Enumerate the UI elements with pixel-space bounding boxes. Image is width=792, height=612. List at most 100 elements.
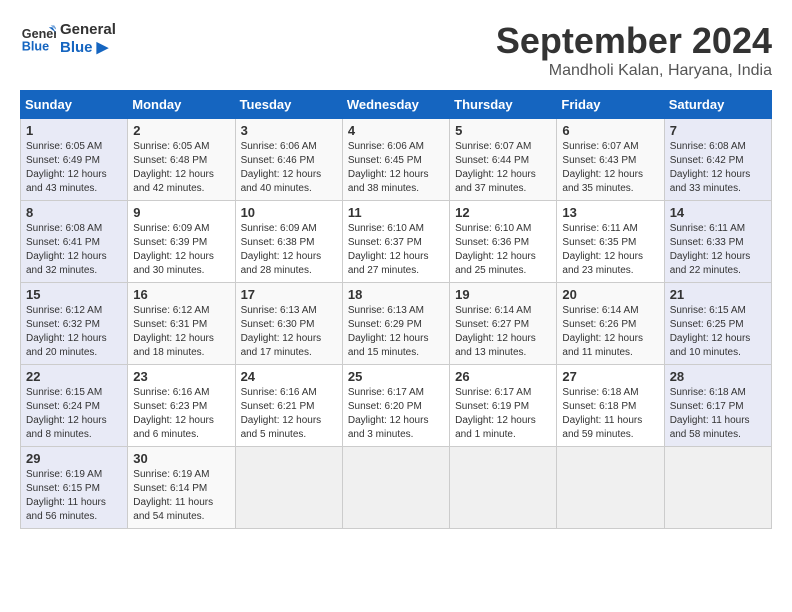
header-day-thursday: Thursday [450, 91, 557, 119]
day-info: Sunrise: 6:19 AM Sunset: 6:14 PM Dayligh… [133, 468, 229, 524]
day-number: 27 [562, 369, 658, 384]
day-number: 17 [241, 287, 337, 302]
calendar-cell: 23 Sunrise: 6:16 AM Sunset: 6:23 PM Dayl… [128, 365, 235, 447]
calendar-cell: 27 Sunrise: 6:18 AM Sunset: 6:18 PM Dayl… [557, 365, 664, 447]
day-number: 11 [348, 205, 444, 220]
header-day-friday: Friday [557, 91, 664, 119]
day-info: Sunrise: 6:18 AM Sunset: 6:17 PM Dayligh… [670, 386, 766, 442]
day-number: 24 [241, 369, 337, 384]
calendar-cell: 22 Sunrise: 6:15 AM Sunset: 6:24 PM Dayl… [21, 365, 128, 447]
calendar-cell: 16 Sunrise: 6:12 AM Sunset: 6:31 PM Dayl… [128, 283, 235, 365]
day-number: 10 [241, 205, 337, 220]
day-info: Sunrise: 6:09 AM Sunset: 6:38 PM Dayligh… [241, 222, 337, 278]
day-info: Sunrise: 6:16 AM Sunset: 6:23 PM Dayligh… [133, 386, 229, 442]
calendar-cell: 11 Sunrise: 6:10 AM Sunset: 6:37 PM Dayl… [342, 201, 449, 283]
day-info: Sunrise: 6:06 AM Sunset: 6:45 PM Dayligh… [348, 140, 444, 196]
calendar-week-2: 15 Sunrise: 6:12 AM Sunset: 6:32 PM Dayl… [21, 283, 772, 365]
calendar-cell: 20 Sunrise: 6:14 AM Sunset: 6:26 PM Dayl… [557, 283, 664, 365]
calendar-week-4: 29 Sunrise: 6:19 AM Sunset: 6:15 PM Dayl… [21, 447, 772, 529]
day-info: Sunrise: 6:17 AM Sunset: 6:19 PM Dayligh… [455, 386, 551, 442]
calendar-cell [342, 447, 449, 529]
day-info: Sunrise: 6:05 AM Sunset: 6:49 PM Dayligh… [26, 140, 122, 196]
logo-icon: General Blue [20, 20, 56, 56]
day-info: Sunrise: 6:19 AM Sunset: 6:15 PM Dayligh… [26, 468, 122, 524]
day-number: 29 [26, 451, 122, 466]
day-number: 25 [348, 369, 444, 384]
header-day-wednesday: Wednesday [342, 91, 449, 119]
calendar-cell: 5 Sunrise: 6:07 AM Sunset: 6:44 PM Dayli… [450, 119, 557, 201]
logo-blue: Blue ▶ [60, 38, 116, 56]
day-number: 16 [133, 287, 229, 302]
calendar-cell: 30 Sunrise: 6:19 AM Sunset: 6:14 PM Dayl… [128, 447, 235, 529]
calendar-week-3: 22 Sunrise: 6:15 AM Sunset: 6:24 PM Dayl… [21, 365, 772, 447]
title-area: September 2024 Mandholi Kalan, Haryana, … [496, 20, 772, 80]
day-info: Sunrise: 6:15 AM Sunset: 6:25 PM Dayligh… [670, 304, 766, 360]
logo-general: General [60, 21, 116, 38]
calendar-body: 1 Sunrise: 6:05 AM Sunset: 6:49 PM Dayli… [21, 119, 772, 529]
day-number: 22 [26, 369, 122, 384]
day-info: Sunrise: 6:10 AM Sunset: 6:36 PM Dayligh… [455, 222, 551, 278]
day-number: 4 [348, 123, 444, 138]
day-number: 23 [133, 369, 229, 384]
calendar-week-0: 1 Sunrise: 6:05 AM Sunset: 6:49 PM Dayli… [21, 119, 772, 201]
calendar-cell: 14 Sunrise: 6:11 AM Sunset: 6:33 PM Dayl… [664, 201, 771, 283]
day-number: 15 [26, 287, 122, 302]
calendar-cell: 18 Sunrise: 6:13 AM Sunset: 6:29 PM Dayl… [342, 283, 449, 365]
calendar-cell: 13 Sunrise: 6:11 AM Sunset: 6:35 PM Dayl… [557, 201, 664, 283]
calendar-cell: 15 Sunrise: 6:12 AM Sunset: 6:32 PM Dayl… [21, 283, 128, 365]
month-title: September 2024 [496, 20, 772, 62]
day-info: Sunrise: 6:17 AM Sunset: 6:20 PM Dayligh… [348, 386, 444, 442]
day-number: 19 [455, 287, 551, 302]
calendar-cell: 4 Sunrise: 6:06 AM Sunset: 6:45 PM Dayli… [342, 119, 449, 201]
calendar-cell: 19 Sunrise: 6:14 AM Sunset: 6:27 PM Dayl… [450, 283, 557, 365]
day-number: 26 [455, 369, 551, 384]
day-number: 8 [26, 205, 122, 220]
calendar-cell: 8 Sunrise: 6:08 AM Sunset: 6:41 PM Dayli… [21, 201, 128, 283]
day-info: Sunrise: 6:16 AM Sunset: 6:21 PM Dayligh… [241, 386, 337, 442]
calendar-cell [664, 447, 771, 529]
day-info: Sunrise: 6:05 AM Sunset: 6:48 PM Dayligh… [133, 140, 229, 196]
calendar-cell: 28 Sunrise: 6:18 AM Sunset: 6:17 PM Dayl… [664, 365, 771, 447]
day-number: 14 [670, 205, 766, 220]
day-info: Sunrise: 6:07 AM Sunset: 6:44 PM Dayligh… [455, 140, 551, 196]
svg-text:Blue: Blue [22, 40, 49, 54]
calendar-table: SundayMondayTuesdayWednesdayThursdayFrid… [20, 90, 772, 529]
day-info: Sunrise: 6:08 AM Sunset: 6:42 PM Dayligh… [670, 140, 766, 196]
header-day-saturday: Saturday [664, 91, 771, 119]
calendar-cell: 3 Sunrise: 6:06 AM Sunset: 6:46 PM Dayli… [235, 119, 342, 201]
day-number: 18 [348, 287, 444, 302]
day-info: Sunrise: 6:09 AM Sunset: 6:39 PM Dayligh… [133, 222, 229, 278]
calendar-cell: 26 Sunrise: 6:17 AM Sunset: 6:19 PM Dayl… [450, 365, 557, 447]
day-number: 9 [133, 205, 229, 220]
calendar-cell [450, 447, 557, 529]
header-day-tuesday: Tuesday [235, 91, 342, 119]
day-number: 3 [241, 123, 337, 138]
header-row: SundayMondayTuesdayWednesdayThursdayFrid… [21, 91, 772, 119]
header-day-monday: Monday [128, 91, 235, 119]
day-number: 5 [455, 123, 551, 138]
day-number: 12 [455, 205, 551, 220]
calendar-cell [235, 447, 342, 529]
day-info: Sunrise: 6:14 AM Sunset: 6:26 PM Dayligh… [562, 304, 658, 360]
day-info: Sunrise: 6:12 AM Sunset: 6:31 PM Dayligh… [133, 304, 229, 360]
calendar-week-1: 8 Sunrise: 6:08 AM Sunset: 6:41 PM Dayli… [21, 201, 772, 283]
day-info: Sunrise: 6:10 AM Sunset: 6:37 PM Dayligh… [348, 222, 444, 278]
location-subtitle: Mandholi Kalan, Haryana, India [496, 62, 772, 80]
day-number: 6 [562, 123, 658, 138]
calendar-cell: 12 Sunrise: 6:10 AM Sunset: 6:36 PM Dayl… [450, 201, 557, 283]
day-number: 7 [670, 123, 766, 138]
calendar-cell: 29 Sunrise: 6:19 AM Sunset: 6:15 PM Dayl… [21, 447, 128, 529]
day-info: Sunrise: 6:15 AM Sunset: 6:24 PM Dayligh… [26, 386, 122, 442]
day-number: 21 [670, 287, 766, 302]
page-header: General Blue General Blue ▶ September 20… [20, 20, 772, 80]
calendar-cell: 9 Sunrise: 6:09 AM Sunset: 6:39 PM Dayli… [128, 201, 235, 283]
day-info: Sunrise: 6:13 AM Sunset: 6:30 PM Dayligh… [241, 304, 337, 360]
calendar-cell: 6 Sunrise: 6:07 AM Sunset: 6:43 PM Dayli… [557, 119, 664, 201]
calendar-cell: 2 Sunrise: 6:05 AM Sunset: 6:48 PM Dayli… [128, 119, 235, 201]
day-info: Sunrise: 6:18 AM Sunset: 6:18 PM Dayligh… [562, 386, 658, 442]
logo: General Blue General Blue ▶ [20, 20, 116, 56]
day-number: 20 [562, 287, 658, 302]
calendar-header: SundayMondayTuesdayWednesdayThursdayFrid… [21, 91, 772, 119]
day-info: Sunrise: 6:13 AM Sunset: 6:29 PM Dayligh… [348, 304, 444, 360]
day-info: Sunrise: 6:07 AM Sunset: 6:43 PM Dayligh… [562, 140, 658, 196]
